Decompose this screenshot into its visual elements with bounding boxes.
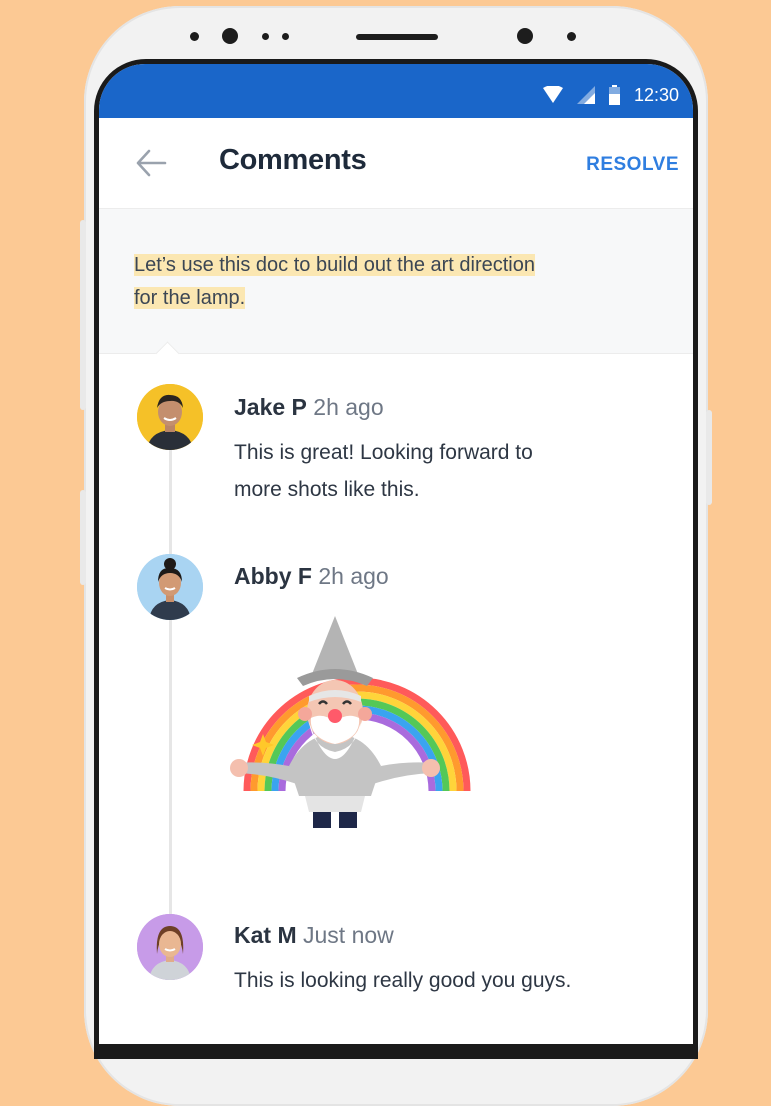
- panel-pointer: [155, 341, 180, 366]
- comment-time: 2h ago: [318, 563, 389, 589]
- sensor-dot: [282, 33, 289, 40]
- avatar[interactable]: [137, 554, 203, 620]
- quoted-text-line: Let’s use this doc to build out the art …: [134, 254, 535, 276]
- resolve-button[interactable]: RESOLVE: [586, 154, 679, 176]
- comment-time: Just now: [303, 922, 394, 948]
- quoted-text: Let’s use this doc to build out the art …: [134, 249, 634, 315]
- status-icons: 12:30: [542, 84, 679, 105]
- avatar[interactable]: [137, 914, 203, 980]
- comment-text: This is great! Looking forward to more s…: [234, 434, 634, 508]
- proximity-sensor: [517, 28, 533, 44]
- comment-time: 2h ago: [313, 394, 384, 420]
- comment-header: Jake P 2h ago: [234, 394, 384, 421]
- comment-text: This is looking really good you guys.: [234, 962, 634, 999]
- thread-line: [169, 420, 172, 948]
- front-camera: [222, 28, 238, 44]
- wizard-rainbow-sticker[interactable]: [227, 616, 487, 866]
- person-avatar-icon: [137, 384, 203, 450]
- quoted-text-panel: Let’s use this doc to build out the art …: [99, 208, 693, 366]
- comment-author: Jake P: [234, 394, 307, 420]
- app-bar: Comments RESOLVE: [99, 118, 693, 208]
- quoted-text-line: for the lamp.: [134, 287, 246, 309]
- wifi-icon: [542, 86, 563, 103]
- comment-text-line: This is great! Looking forward to: [234, 441, 533, 464]
- status-time: 12:30: [633, 84, 679, 105]
- avatar[interactable]: [137, 384, 203, 450]
- app-screen: 12:30 Comments RESOLVE Let’s use this do…: [99, 64, 693, 1044]
- comment-text-line: This is looking really good you guys.: [234, 969, 572, 992]
- back-arrow-icon[interactable]: [135, 148, 167, 178]
- signal-icon: [576, 86, 595, 104]
- side-button-left: [80, 490, 86, 585]
- person-avatar-icon: [137, 914, 203, 980]
- status-bar: 12:30: [99, 64, 693, 118]
- earpiece-speaker: [356, 34, 438, 40]
- sensor-dot: [190, 32, 199, 41]
- comment-header: Abby F 2h ago: [234, 563, 389, 590]
- comment-text-line: more shots like this.: [234, 478, 420, 501]
- volume-button: [80, 220, 86, 410]
- comment-author: Abby F: [234, 563, 312, 589]
- page-title: Comments: [219, 144, 367, 176]
- comment-author: Kat M: [234, 922, 297, 948]
- sensor-dot: [262, 33, 269, 40]
- person-avatar-icon: [137, 554, 203, 620]
- comment-header: Kat M Just now: [234, 922, 394, 949]
- battery-icon: [608, 85, 620, 105]
- power-button: [706, 410, 712, 505]
- sensor-dot: [567, 32, 576, 41]
